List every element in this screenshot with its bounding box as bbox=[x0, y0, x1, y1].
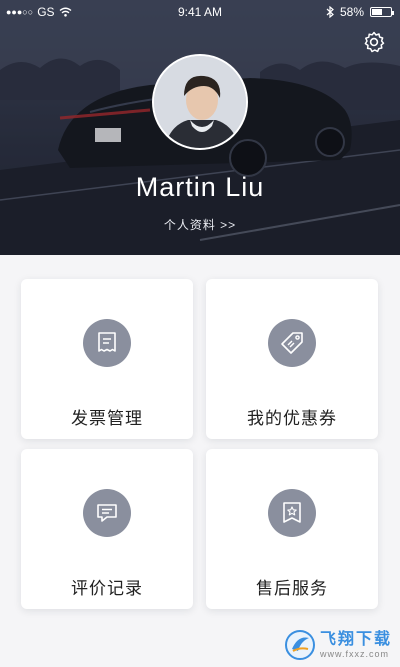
card-label: 发票管理 bbox=[71, 409, 143, 428]
watermark-logo-icon bbox=[284, 630, 315, 660]
avatar[interactable] bbox=[152, 54, 248, 150]
battery-icon bbox=[370, 7, 394, 17]
menu-grid: 发票管理 我的优惠券 评价记录 售后服务 飞翔下载 www.fxxz.com bbox=[0, 255, 400, 667]
invoice-icon bbox=[98, 332, 116, 352]
card-icon-circle bbox=[83, 319, 131, 367]
card-icon-circle bbox=[268, 489, 316, 537]
review-history-card[interactable]: 评价记录 bbox=[21, 449, 193, 609]
watermark: 飞翔下载 www.fxxz.com bbox=[284, 629, 392, 661]
watermark-title: 飞翔下载 bbox=[319, 630, 392, 648]
bluetooth-icon bbox=[326, 6, 334, 18]
card-icon-circle bbox=[268, 319, 316, 367]
user-name: Martin Liu bbox=[135, 172, 265, 202]
battery-percent: 58% bbox=[339, 5, 364, 19]
status-bar: ●●●○○ GS 9:41 AM 58% bbox=[0, 0, 400, 24]
battery-fill bbox=[372, 9, 382, 15]
card-icon-circle bbox=[83, 489, 131, 537]
card-label: 我的优惠券 bbox=[247, 409, 337, 428]
avatar-image bbox=[154, 56, 246, 148]
profile-header: ●●●○○ GS 9:41 AM 58% Martin Liu 个人资料 >> bbox=[0, 0, 400, 255]
card-label: 评价记录 bbox=[71, 579, 143, 598]
invoice-management-card[interactable]: 发票管理 bbox=[21, 279, 193, 439]
service-badge-icon bbox=[283, 502, 301, 523]
coupon-tag-icon bbox=[281, 332, 303, 354]
after-sales-service-card[interactable]: 售后服务 bbox=[206, 449, 378, 609]
card-label: 售后服务 bbox=[256, 579, 328, 598]
gear-icon[interactable] bbox=[362, 30, 386, 54]
watermark-url: www.fxxz.com bbox=[319, 648, 389, 659]
my-coupons-card[interactable]: 我的优惠券 bbox=[206, 279, 378, 439]
profile-details-link[interactable]: 个人资料 >> bbox=[0, 216, 400, 233]
status-right: 58% bbox=[326, 5, 394, 19]
comment-icon bbox=[97, 504, 117, 522]
